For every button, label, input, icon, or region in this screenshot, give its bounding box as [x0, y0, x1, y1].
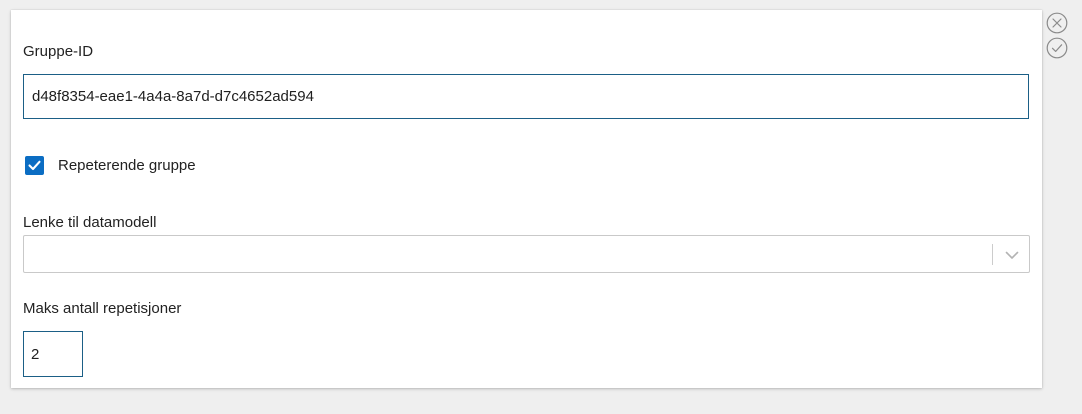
select-separator [992, 244, 993, 265]
circle-x-icon [1046, 12, 1068, 34]
repeating-group-checkbox[interactable] [25, 155, 44, 175]
group-edit-panel: Gruppe-ID Repeterende gruppe Lenke til d… [11, 10, 1042, 388]
group-id-input[interactable] [23, 74, 1029, 119]
confirm-button[interactable] [1046, 37, 1068, 59]
data-model-link-label: Lenke til datamodell [23, 214, 157, 231]
repeating-group-row: Repeterende gruppe [25, 155, 196, 175]
chevron-down-icon[interactable] [1003, 246, 1021, 264]
max-repetitions-input[interactable] [23, 331, 83, 377]
checkmark-icon [28, 160, 41, 170]
max-repetitions-label: Maks antall repetisjoner [23, 300, 182, 317]
repeating-group-label: Repeterende gruppe [58, 156, 196, 174]
group-id-label: Gruppe-ID [23, 43, 94, 60]
data-model-link-select[interactable] [23, 235, 1030, 273]
cancel-button[interactable] [1046, 12, 1068, 34]
circle-check-icon [1046, 37, 1068, 59]
